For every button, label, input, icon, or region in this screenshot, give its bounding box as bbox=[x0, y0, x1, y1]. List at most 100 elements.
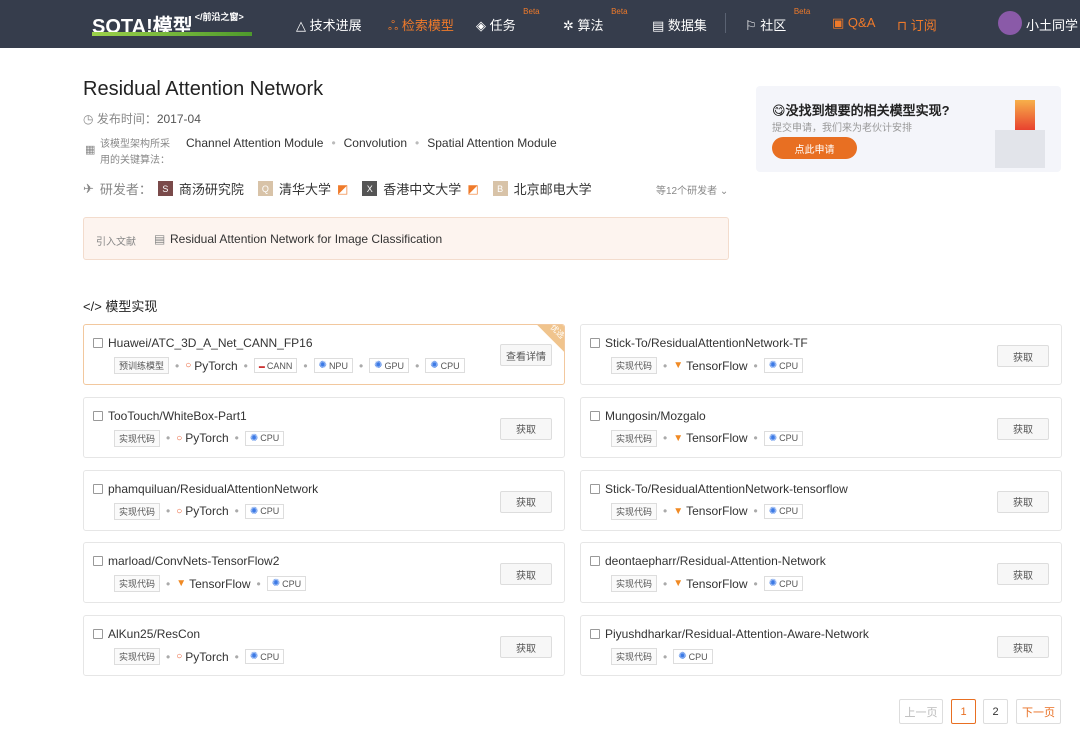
org-logo: B bbox=[492, 181, 508, 196]
nav-item[interactable]: △ 技术进展 bbox=[296, 15, 362, 34]
get-button[interactable]: 获取 bbox=[997, 490, 1049, 513]
view-details-button[interactable]: 查看详情 bbox=[500, 344, 552, 366]
algorithm-link[interactable]: Convolution bbox=[344, 136, 407, 150]
gift-illustration bbox=[1015, 100, 1035, 130]
page-title: Residual Attention Network bbox=[83, 78, 324, 100]
implementation-card[interactable]: phamquiluan/ResidualAttentionNetwork 实现代码… bbox=[83, 469, 565, 531]
nav-label: 任务 bbox=[489, 18, 516, 33]
page-2-button[interactable]: 2 bbox=[983, 699, 1008, 724]
algorithm-link[interactable]: Spatial Attention Module bbox=[427, 136, 556, 150]
developer-item[interactable]: B 北京邮电大学 bbox=[492, 179, 592, 198]
repo-name[interactable]: Stick-To/ResidualAttentionNetwork-TF bbox=[605, 336, 808, 350]
nav-item[interactable]: ◈ 任务 Beta bbox=[476, 7, 540, 34]
get-button[interactable]: 获取 bbox=[500, 490, 552, 513]
username[interactable]: 小土同学 bbox=[1026, 15, 1078, 34]
repo-name[interactable]: TooTouch/WhiteBox-Part1 bbox=[108, 409, 247, 423]
implementation-card[interactable]: TooTouch/WhiteBox-Part1 实现代码 • ○ PyTorch • ✺ CP… bbox=[83, 396, 565, 458]
repo-name[interactable]: marload/ConvNets-TensorFlow2 bbox=[108, 554, 279, 568]
chip-icon: ✺ bbox=[318, 360, 327, 371]
top-nav: SOTA!模型 </前沿之窗> △ 技术进展 ஃ 检索模型 ◈ 任务 Beta ✲ 算法 B… bbox=[0, 0, 1080, 48]
pytorch-icon: ○ bbox=[176, 651, 183, 663]
framework: ▼ TensorFlow bbox=[673, 431, 747, 445]
repo-name[interactable]: phamquiluan/ResidualAttentionNetwork bbox=[108, 482, 318, 496]
chip-icon: ✺ bbox=[249, 432, 259, 444]
apply-button[interactable]: 点此申请 bbox=[772, 137, 857, 159]
banner-title: 没找到想要的相关模型实现? bbox=[785, 103, 950, 118]
nav-item[interactable]: ஃ 检索模型 bbox=[388, 15, 454, 35]
nav-item[interactable]: ⚐ 社区 Beta bbox=[745, 7, 810, 34]
more-developers-toggle[interactable]: 等12个研发者 ⌄ bbox=[656, 182, 728, 197]
algorithm-link[interactable]: Channel Attention Module bbox=[186, 136, 323, 150]
get-button[interactable]: 获取 bbox=[997, 636, 1049, 659]
developer-item[interactable]: S 商汤研究院 bbox=[157, 179, 244, 198]
repo-name[interactable]: AlKun25/ResCon bbox=[108, 627, 200, 641]
page-1-button[interactable]: 1 bbox=[951, 699, 976, 724]
implementation-card[interactable]: Piyushdharkar/Residual-Attention-Aware-N… bbox=[580, 615, 1062, 677]
nav-divider bbox=[725, 13, 726, 33]
hardware-name: CPU bbox=[260, 651, 280, 662]
repo-icon bbox=[93, 483, 103, 494]
chip-icon: ✺ bbox=[249, 651, 259, 663]
framework-name: PyTorch bbox=[194, 358, 238, 373]
framework: ○ PyTorch bbox=[176, 650, 228, 664]
framework: ▼ TensorFlow bbox=[673, 359, 747, 373]
implementation-card[interactable]: marload/ConvNets-TensorFlow2 实现代码 • ▼ Tensor… bbox=[83, 542, 565, 604]
repo-name[interactable]: Stick-To/ResidualAttentionNetwork-tensor… bbox=[605, 482, 848, 496]
more-developers-label: 等12个研发者 bbox=[656, 186, 718, 197]
org-name: 清华大学 bbox=[278, 182, 331, 197]
pytorch-icon: ○ bbox=[176, 505, 183, 517]
get-button[interactable]: 获取 bbox=[997, 417, 1049, 440]
developer-item[interactable]: X 香港中文大学 ◩ bbox=[362, 179, 479, 198]
get-button[interactable]: 获取 bbox=[500, 636, 552, 659]
impl-type-tag: 实现代码 bbox=[114, 575, 161, 593]
org-name: 北京邮电大学 bbox=[513, 182, 592, 197]
get-button[interactable]: 获取 bbox=[500, 417, 552, 440]
framework-name: TensorFlow bbox=[686, 504, 748, 519]
prev-page-button[interactable]: 上一页 bbox=[899, 699, 943, 724]
implementation-card[interactable]: AlKun25/ResCon 实现代码 • ○ PyTorch • ✺ CPU 获取 bbox=[83, 615, 565, 677]
hardware-tag: ✺ CPU bbox=[425, 358, 465, 373]
framework: ○ PyTorch bbox=[185, 359, 237, 373]
repo-name[interactable]: Huawei/ATC_3D_A_Net_CANN_FP16 bbox=[108, 336, 313, 350]
qa-icon: ▣ bbox=[832, 15, 848, 30]
get-button[interactable]: 获取 bbox=[500, 563, 552, 586]
citation-link[interactable]: Residual Attention Network for Image Cla… bbox=[170, 232, 442, 246]
get-button[interactable]: 获取 bbox=[997, 345, 1049, 367]
rocket-icon: ✈ bbox=[83, 180, 94, 196]
repo-name[interactable]: Mungosin/Mozgalo bbox=[605, 409, 706, 423]
code-icon: </> bbox=[83, 299, 106, 314]
date-value: 2017-04 bbox=[156, 112, 201, 126]
nav-item[interactable]: ▣ Q&A bbox=[832, 15, 875, 31]
repo-name[interactable]: deontaepharr/Residual-Attention-Network bbox=[605, 554, 826, 568]
nav-item[interactable]: ⊓ 订阅 bbox=[897, 15, 937, 34]
framework: ▼ TensorFlow bbox=[673, 577, 747, 591]
logo[interactable]: SOTA!模型 </前沿之窗> bbox=[92, 10, 252, 39]
avatar[interactable] bbox=[998, 11, 1022, 35]
nav-item[interactable]: ✲ 算法 Beta bbox=[563, 7, 628, 34]
hardware-tag: ✺ CPU bbox=[244, 430, 285, 446]
developer-item[interactable]: Q 清华大学 ◩ bbox=[257, 179, 348, 198]
implementation-card[interactable]: Mungosin/Mozgalo 实现代码 • ▼ TensorFlow • ✺ CPU 获取 bbox=[580, 396, 1062, 458]
flag-icon: ⚐ bbox=[745, 18, 761, 33]
framework: ▼ TensorFlow bbox=[176, 577, 250, 591]
developers-label: 研发者： bbox=[99, 182, 152, 197]
impl-type-tag: 实现代码 bbox=[611, 575, 658, 593]
implementation-card[interactable]: deontaepharr/Residual-Attention-Network 实… bbox=[580, 542, 1062, 604]
model-icon: ஃ bbox=[388, 18, 402, 33]
implementation-card[interactable]: Stick-To/ResidualAttentionNetwork-TF 实现代码… bbox=[580, 324, 1062, 385]
framework-name: PyTorch bbox=[185, 504, 229, 519]
get-button[interactable]: 获取 bbox=[997, 563, 1049, 586]
citation-box: 引入文献 ▤ Residual Attention Network for Im… bbox=[83, 217, 729, 260]
nav-item[interactable]: ▤ 数据集 bbox=[652, 15, 707, 34]
implementation-card[interactable]: Stick-To/ResidualAttentionNetwork-tensor… bbox=[580, 469, 1062, 531]
layers-icon: ◈ bbox=[476, 18, 490, 33]
nav-label: 检索模型 bbox=[401, 18, 454, 33]
framework-name: TensorFlow bbox=[189, 576, 251, 591]
implementation-card[interactable]: Huawei/ATC_3D_A_Net_CANN_FP16 预训练模型 • ○ PyTo… bbox=[83, 324, 565, 385]
repo-name[interactable]: Piyushdharkar/Residual-Attention-Aware-N… bbox=[605, 627, 869, 641]
repo-icon bbox=[590, 410, 600, 421]
next-page-button[interactable]: 下一页 bbox=[1016, 699, 1061, 724]
hardware-name: CPU bbox=[779, 433, 799, 444]
nav-label: 社区 bbox=[760, 18, 787, 33]
hardware-name: CANN bbox=[266, 360, 293, 371]
